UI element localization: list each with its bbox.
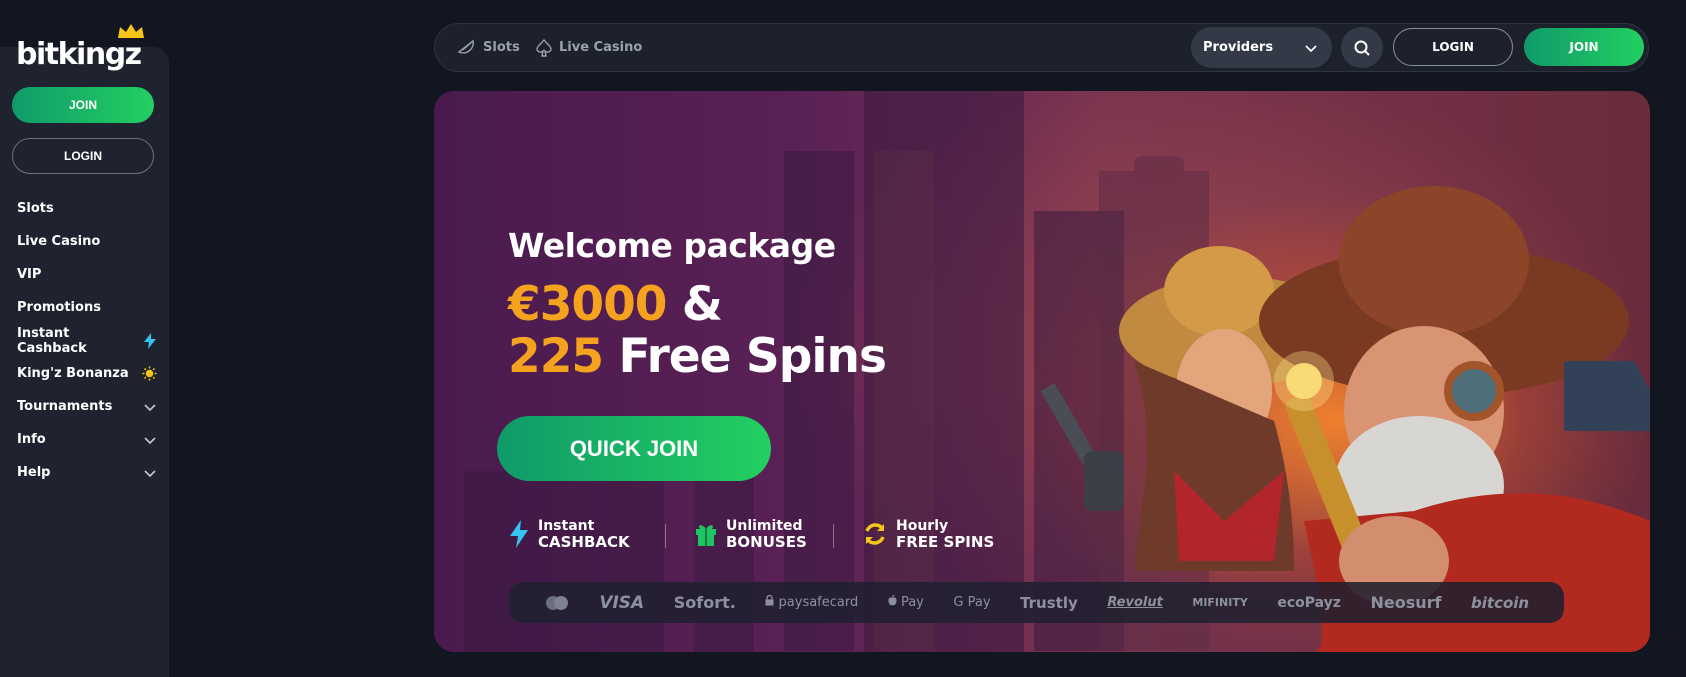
sidebar-item-slots[interactable]: Slots xyxy=(17,192,157,225)
chevron-down-icon xyxy=(144,469,156,477)
sidebar-item-label: Tournaments xyxy=(17,399,113,414)
sidebar-item-label: Info xyxy=(17,432,46,447)
payment-sofort: Sofort. xyxy=(673,593,736,612)
hero-bonus-amount-value: €3000 xyxy=(508,277,668,332)
perk-bottom: FREE SPINS xyxy=(896,532,995,551)
top-nav-slots[interactable]: Slots xyxy=(457,24,520,71)
hero-bonus-amount: €3000 & xyxy=(508,277,723,332)
lightning-icon xyxy=(510,520,528,548)
gift-icon xyxy=(696,525,716,546)
sidebar-join-button[interactable]: JOIN xyxy=(12,87,154,123)
perk-bottom: BONUSES xyxy=(726,532,807,551)
perk-top: Hourly xyxy=(896,517,949,534)
chevron-down-icon xyxy=(144,403,156,411)
perk-top: Instant xyxy=(538,517,595,534)
search-icon xyxy=(1354,40,1370,56)
payment-trustly: Trustly xyxy=(1020,593,1078,612)
sidebar-item-live-casino[interactable]: Live Casino xyxy=(17,225,157,258)
hero-bonus-amount-rest: & xyxy=(681,277,723,332)
sidebar-item-label: Help xyxy=(17,465,51,480)
quick-join-button[interactable]: QUICK JOIN xyxy=(497,416,771,481)
perk-top: Unlimited xyxy=(726,517,803,534)
crown-icon xyxy=(118,24,144,38)
spade-icon xyxy=(536,38,552,57)
sidebar-item-label: Promotions xyxy=(17,300,101,315)
payment-mifinity: MIFINITY xyxy=(1192,596,1248,609)
payment-methods-bar: VISA Sofort. paysafecard Pay G Pay Trust… xyxy=(509,582,1564,623)
perk-divider xyxy=(833,524,834,548)
sidebar-item-label: Instant Cashback xyxy=(17,325,87,356)
hero-banner[interactable]: Welcome package €3000 & 225 Free Spins Q… xyxy=(434,91,1650,652)
sidebar-nav: Slots Live Casino VIP Promotions Instant… xyxy=(17,192,157,489)
refresh-icon xyxy=(865,523,885,545)
sun-icon xyxy=(142,366,157,381)
payment-google-pay: G Pay xyxy=(953,595,991,610)
logo-text: bitkingz xyxy=(16,37,142,72)
perk-divider xyxy=(665,524,666,548)
sidebar-item-label: VIP xyxy=(17,267,42,282)
lightning-icon xyxy=(144,332,157,349)
sidebar-item-help[interactable]: Help xyxy=(17,456,157,489)
sidebar: bitkingz JOIN LOGIN Slots Live Casino VI… xyxy=(0,0,169,677)
top-nav-live-casino-label: Live Casino xyxy=(559,40,643,55)
providers-label: Providers xyxy=(1203,40,1274,55)
top-join-button[interactable]: JOIN xyxy=(1524,28,1644,66)
payment-visa: VISA xyxy=(599,592,645,613)
sidebar-item-promotions[interactable]: Promotions xyxy=(17,291,157,324)
perk-bottom: CASHBACK xyxy=(538,532,630,551)
hero-free-spins: 225 Free Spins xyxy=(508,329,887,384)
payment-revolut: Revolut xyxy=(1107,595,1163,610)
sidebar-item-instant-cashback[interactable]: Instant Cashback xyxy=(17,324,157,357)
top-nav-slots-label: Slots xyxy=(483,40,520,55)
hero-title: Welcome package xyxy=(508,226,836,265)
sidebar-item-info[interactable]: Info xyxy=(17,423,157,456)
sidebar-item-vip[interactable]: VIP xyxy=(17,258,157,291)
top-navbar: Slots Live Casino Providers LOGIN JOIN xyxy=(434,23,1649,72)
sidebar-item-label: Slots xyxy=(17,201,54,216)
sidebar-item-tournaments[interactable]: Tournaments xyxy=(17,390,157,423)
chevron-down-icon xyxy=(144,436,156,444)
perk-unlimited-bonuses: Unlimited BONUSES xyxy=(694,516,807,552)
payment-paysafecard-label: paysafecard xyxy=(778,595,859,610)
mastercard-icon xyxy=(545,595,568,610)
payment-apple-pay: Pay xyxy=(888,594,924,610)
sidebar-login-button[interactable]: LOGIN xyxy=(12,138,154,174)
apple-icon xyxy=(888,594,897,606)
payment-apple-pay-label: Pay xyxy=(900,595,924,610)
sidebar-item-kingz-bonanza[interactable]: King'z Bonanza xyxy=(17,357,157,390)
sidebar-item-label: Live Casino xyxy=(17,234,101,249)
lock-icon xyxy=(765,594,774,606)
payment-bitcoin: bitcoin xyxy=(1471,593,1530,612)
top-login-button[interactable]: LOGIN xyxy=(1393,28,1513,66)
logo[interactable]: bitkingz xyxy=(16,24,144,72)
perk-instant-cashback: Instant CASHBACK xyxy=(508,516,630,552)
top-nav-live-casino[interactable]: Live Casino xyxy=(535,24,642,71)
sidebar-item-label: King'z Bonanza xyxy=(17,366,129,381)
perk-hourly-free-spins: Hourly FREE SPINS xyxy=(862,516,994,552)
payment-neosurf: Neosurf xyxy=(1370,593,1442,612)
payment-paysafecard: paysafecard xyxy=(765,594,859,610)
hero-free-spins-value: 225 xyxy=(508,329,604,384)
search-button[interactable] xyxy=(1341,27,1383,68)
providers-dropdown[interactable]: Providers xyxy=(1191,27,1332,68)
payment-ecopayz: ecoPayz xyxy=(1277,594,1341,611)
watermelon-icon xyxy=(457,39,474,54)
chevron-down-icon xyxy=(1305,44,1317,52)
hero-free-spins-rest: Free Spins xyxy=(618,329,886,384)
